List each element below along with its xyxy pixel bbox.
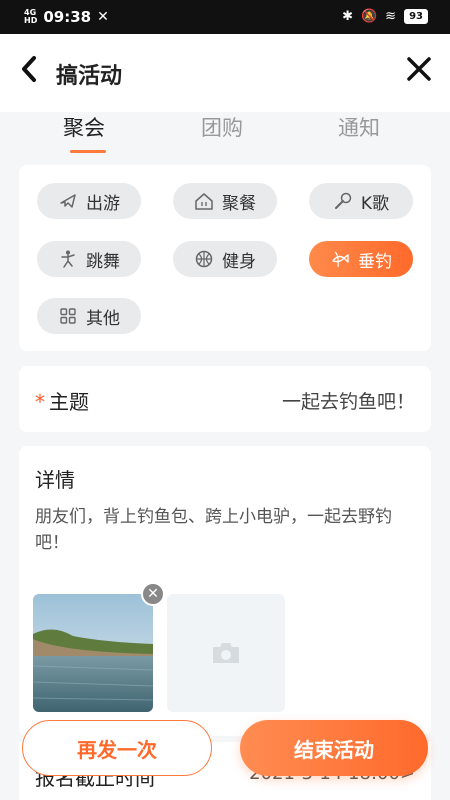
chip-label: 聚餐 bbox=[222, 193, 256, 214]
battery-indicator: 93 bbox=[404, 9, 428, 24]
topic-label-text: 主题 bbox=[49, 390, 89, 414]
chip-label: 垂钓 bbox=[358, 251, 392, 272]
tools-icon: ✕ bbox=[97, 9, 109, 25]
grid-icon bbox=[60, 308, 76, 324]
bluetooth-icon: ✱ bbox=[342, 9, 353, 24]
category-chip-travel[interactable]: 出游 bbox=[37, 183, 141, 219]
chip-label: 其他 bbox=[86, 308, 120, 329]
close-icon[interactable] bbox=[406, 56, 432, 82]
plane-icon bbox=[60, 194, 76, 208]
category-chip-fishing[interactable]: 垂钓 bbox=[309, 241, 413, 277]
topic-row[interactable]: * 主题 一起去钓鱼吧！ bbox=[19, 366, 431, 432]
restaurant-icon bbox=[195, 193, 213, 210]
category-chip-dance[interactable]: 跳舞 bbox=[37, 241, 141, 277]
chip-label: 健身 bbox=[222, 251, 256, 272]
tab-notice[interactable]: 通知 bbox=[338, 112, 380, 142]
tab-bar: 聚会 团购 通知 bbox=[0, 112, 450, 162]
app-header: 搞活动 bbox=[0, 34, 450, 112]
category-chip-fitness[interactable]: 健身 bbox=[173, 241, 277, 277]
category-chip-karaoke[interactable]: K歌 bbox=[309, 183, 413, 219]
repost-button[interactable]: 再发一次 bbox=[22, 720, 212, 776]
topic-label: * 主题 bbox=[35, 386, 89, 415]
topic-input[interactable]: 一起去钓鱼吧！ bbox=[282, 387, 415, 414]
category-chip-other[interactable]: 其他 bbox=[37, 298, 141, 334]
page-title: 搞活动 bbox=[56, 64, 123, 89]
chip-label: 跳舞 bbox=[86, 251, 120, 272]
lake-photo bbox=[33, 594, 153, 712]
add-photo-button[interactable] bbox=[167, 594, 285, 712]
camera-icon bbox=[213, 643, 239, 663]
detail-label: 详情 bbox=[35, 468, 75, 492]
network-sub-label: HD bbox=[24, 16, 38, 25]
uploaded-photo[interactable] bbox=[33, 594, 153, 712]
required-mark: * bbox=[35, 390, 45, 414]
category-chip-dinner[interactable]: 聚餐 bbox=[173, 183, 277, 219]
microphone-icon bbox=[334, 192, 352, 209]
tab-group-buy[interactable]: 团购 bbox=[201, 112, 243, 142]
network-indicator: 4G HD bbox=[24, 9, 37, 25]
chip-label: K歌 bbox=[360, 193, 390, 214]
remove-photo-icon[interactable]: ✕ bbox=[141, 582, 165, 606]
status-bar: 4G HD 09:38 ✕ ✱ 🔕 ≋ 93 bbox=[0, 0, 450, 34]
detail-card: 详情 朋友们，背上钓鱼包、跨上小电驴，一起去野钓吧！ ✕ bbox=[19, 446, 431, 736]
detail-textarea[interactable]: 朋友们，背上钓鱼包、跨上小电驴，一起去野钓吧！ bbox=[35, 504, 417, 556]
chip-label: 出游 bbox=[86, 193, 120, 214]
tab-party[interactable]: 聚会 bbox=[63, 112, 105, 142]
fishing-icon bbox=[332, 251, 349, 268]
back-arrow-icon[interactable] bbox=[18, 54, 42, 84]
mute-icon: 🔕 bbox=[360, 9, 378, 24]
clock: 09:38 bbox=[43, 8, 92, 26]
ball-icon bbox=[195, 250, 213, 268]
end-activity-button[interactable]: 结束活动 bbox=[240, 720, 428, 776]
wifi-icon: ≋ bbox=[385, 9, 397, 24]
tab-indicator bbox=[70, 150, 106, 153]
dance-icon bbox=[61, 250, 75, 268]
category-card: 出游 聚餐 K歌 跳舞 健身 垂钓 其他 bbox=[19, 165, 431, 351]
